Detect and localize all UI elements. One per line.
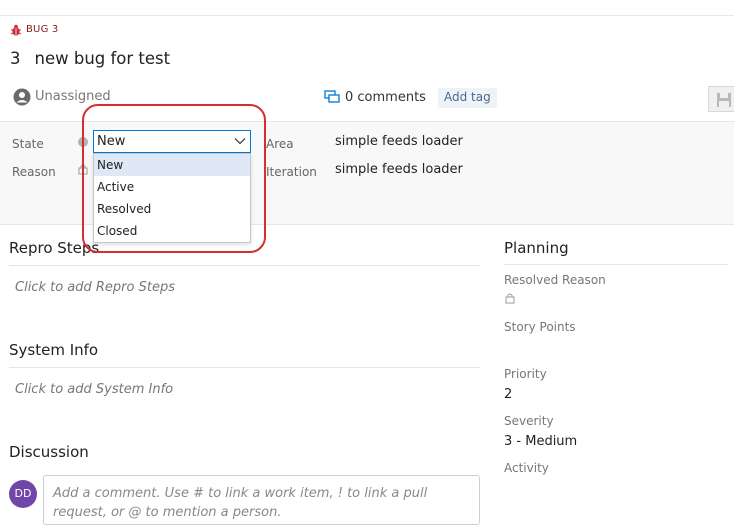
work-item-type: BUG 3: [26, 24, 59, 35]
comment-icon[interactable]: [324, 90, 340, 104]
severity-value[interactable]: 3 - Medium: [504, 434, 577, 449]
unassigned-avatar-icon[interactable]: [13, 88, 31, 106]
add-tag-button[interactable]: Add tag: [438, 88, 497, 108]
repro-steps-editor[interactable]: Click to add Repro Steps: [15, 280, 175, 295]
save-icon: [717, 93, 731, 107]
iteration-value[interactable]: simple feeds loader: [335, 162, 463, 177]
comment-input[interactable]: Add a comment. Use # to link a work item…: [43, 475, 480, 525]
resolved-reason-label: Resolved Reason: [504, 273, 606, 287]
repro-steps-divider: [9, 265, 480, 266]
reason-label: Reason: [12, 165, 56, 179]
top-bar: [0, 0, 734, 16]
planning-title: Planning: [504, 239, 569, 257]
priority-value[interactable]: 2: [504, 387, 512, 402]
work-item-title[interactable]: 3 new bug for test: [10, 49, 170, 68]
work-item-id: 3: [10, 49, 21, 68]
activity-label: Activity: [504, 461, 549, 475]
comments-count[interactable]: 0 comments: [345, 90, 426, 105]
lock-icon: [505, 293, 515, 304]
discussion-title: Discussion: [9, 443, 89, 461]
story-points-label: Story Points: [504, 320, 576, 334]
work-item-title-text: new bug for test: [34, 49, 171, 68]
state-label: State: [12, 137, 44, 151]
system-info-title: System Info: [9, 341, 99, 359]
bug-icon: [10, 24, 22, 36]
system-info-divider: [9, 367, 480, 368]
area-label: Area: [266, 137, 294, 151]
save-button[interactable]: [708, 86, 734, 112]
highlight-annotation: [82, 104, 266, 253]
area-value[interactable]: simple feeds loader: [335, 134, 463, 149]
iteration-label: Iteration: [266, 165, 317, 179]
planning-divider: [504, 264, 728, 265]
system-info-editor[interactable]: Click to add System Info: [15, 382, 173, 397]
assigned-to[interactable]: Unassigned: [35, 89, 111, 104]
priority-label: Priority: [504, 367, 547, 381]
severity-label: Severity: [504, 414, 554, 428]
avatar: DD: [9, 480, 37, 508]
